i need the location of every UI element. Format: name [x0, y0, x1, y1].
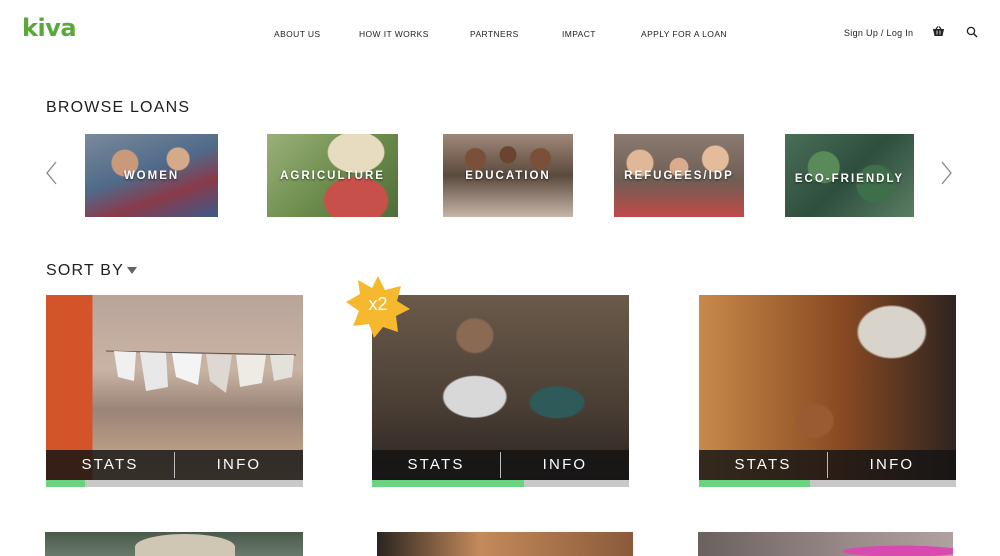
chevron-left-icon[interactable] [44, 160, 58, 186]
category-label: ECO-FRIENDLY [794, 173, 905, 185]
nav-about-us[interactable]: ABOUT US [274, 29, 321, 39]
category-eco-friendly[interactable]: ECO-FRIENDLY [785, 134, 914, 217]
category-refugees-idp[interactable]: REFUGEES/IDP [614, 134, 744, 217]
nav-how-it-works[interactable]: HOW IT WORKS [359, 29, 429, 39]
category-label: AGRICULTURE [280, 170, 385, 182]
loan-card[interactable]: STATS INFO [372, 295, 629, 488]
loan-action-bar: STATS INFO [699, 450, 956, 480]
funding-progress-bar [699, 480, 956, 487]
funding-progress-fill [372, 480, 524, 487]
loan-card[interactable]: STATS INFO [46, 295, 303, 488]
stats-button[interactable]: STATS [699, 450, 827, 480]
caret-down-icon[interactable] [127, 267, 137, 274]
nav-impact[interactable]: IMPACT [562, 29, 596, 39]
browse-loans-heading: BROWSE LOANS [46, 99, 191, 116]
category-label: REFUGEES/IDP [624, 170, 734, 182]
sign-up-log-in-link[interactable]: Sign Up / Log In [844, 28, 913, 38]
loan-card-partial[interactable] [377, 532, 633, 556]
hat-shape [135, 534, 235, 556]
nav-apply-for-a-loan[interactable]: APPLY FOR A LOAN [641, 29, 727, 39]
funding-progress-bar [372, 480, 629, 487]
loan-card-partial[interactable] [45, 532, 303, 556]
search-icon[interactable] [966, 26, 978, 38]
info-button[interactable]: INFO [828, 450, 956, 480]
funding-progress-fill [46, 480, 85, 487]
category-agriculture[interactable]: AGRICULTURE [267, 134, 398, 217]
matching-badge-text: x2 [368, 294, 388, 314]
info-button[interactable]: INFO [175, 450, 303, 480]
cart-icon[interactable] [932, 26, 945, 38]
sort-by-heading[interactable]: SORT BY [46, 262, 124, 280]
loan-action-bar: STATS INFO [372, 450, 629, 480]
funding-progress-bar [46, 480, 303, 487]
stats-button[interactable]: STATS [372, 450, 500, 480]
nav-partners[interactable]: PARTNERS [470, 29, 519, 39]
funding-progress-fill [699, 480, 810, 487]
laundry-illustration [106, 350, 296, 393]
info-button[interactable]: INFO [501, 450, 629, 480]
category-women[interactable]: WOMEN [85, 134, 218, 217]
loan-card-partial[interactable] [698, 532, 953, 556]
chevron-right-icon[interactable] [940, 160, 954, 186]
category-label: EDUCATION [465, 170, 551, 182]
category-label: WOMEN [123, 170, 180, 182]
loan-card[interactable]: STATS INFO [699, 295, 956, 488]
loan-action-bar: STATS INFO [46, 450, 303, 480]
category-education[interactable]: EDUCATION [443, 134, 573, 217]
stats-button[interactable]: STATS [46, 450, 174, 480]
